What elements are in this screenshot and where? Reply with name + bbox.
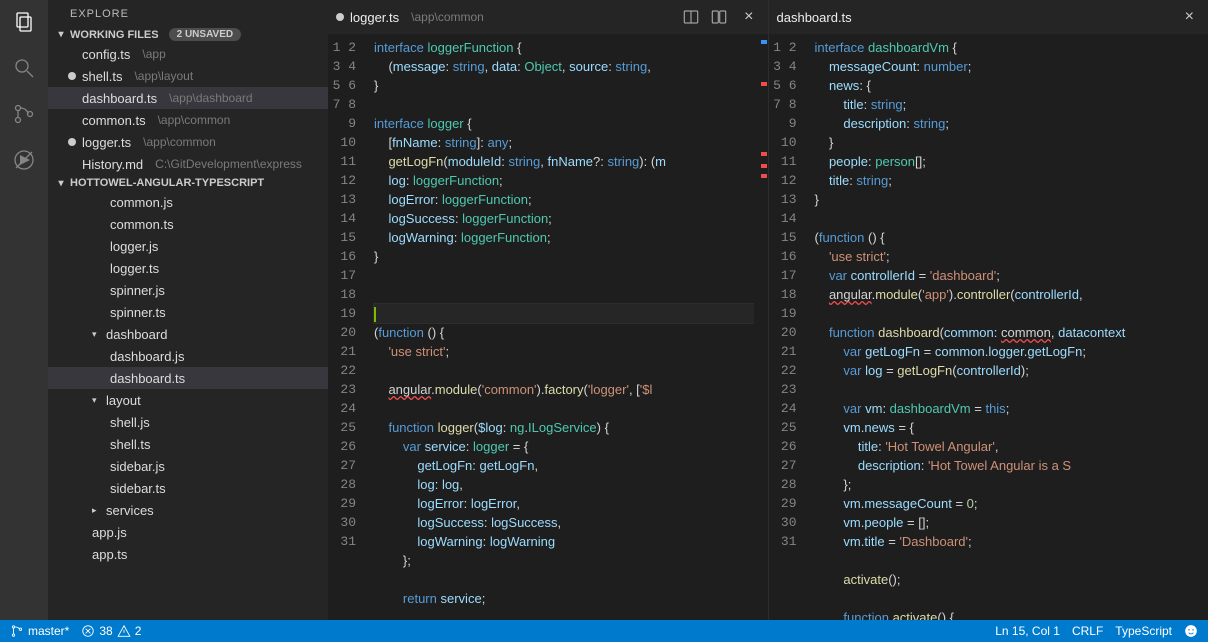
- tree-item-label: sidebar.js: [110, 459, 165, 474]
- tree-item-label: common.js: [110, 195, 173, 210]
- tree-file[interactable]: logger.js: [48, 235, 328, 257]
- tab-filename: dashboard.ts: [777, 10, 852, 25]
- file-path: C:\GitDevelopment\express: [155, 157, 302, 171]
- tree-file[interactable]: common.ts: [48, 213, 328, 235]
- file-path: \app\common: [158, 113, 231, 127]
- working-file-item[interactable]: History.md C:\GitDevelopment\express: [48, 153, 328, 175]
- tree-item-label: sidebar.ts: [110, 481, 166, 496]
- toggle-layout-icon[interactable]: [710, 8, 728, 26]
- close-editor-icon[interactable]: ×: [738, 8, 759, 26]
- code-editor-right[interactable]: 1 2 3 4 5 6 7 8 9 10 11 12 13 14 15 16 1…: [769, 34, 1208, 620]
- tree-item-label: app.js: [92, 525, 127, 540]
- search-icon[interactable]: [10, 54, 38, 82]
- chevron-down-icon: ▾: [56, 29, 66, 40]
- tree-file[interactable]: app.js: [48, 521, 328, 543]
- tree-folder[interactable]: ▸ services: [48, 499, 328, 521]
- file-path: \app\layout: [134, 69, 193, 83]
- tree-folder[interactable]: ▾ dashboard: [48, 323, 328, 345]
- tree-item-label: shell.ts: [110, 437, 150, 452]
- working-files-header[interactable]: ▾ WORKING FILES 2 UNSAVED: [48, 26, 328, 43]
- tree-folder[interactable]: ▾ layout: [48, 389, 328, 411]
- file-name: shell.ts: [82, 69, 122, 84]
- language-status[interactable]: TypeScript: [1115, 624, 1172, 638]
- activity-bar: [0, 0, 48, 620]
- file-path: \app\dashboard: [169, 91, 252, 105]
- overview-ruler[interactable]: [754, 34, 768, 620]
- working-file-item[interactable]: shell.ts \app\layout: [48, 65, 328, 87]
- tree-file[interactable]: app.ts: [48, 543, 328, 565]
- tree-item-label: dashboard.js: [110, 349, 184, 364]
- unsaved-badge: 2 UNSAVED: [169, 28, 242, 41]
- feedback-icon[interactable]: [1184, 624, 1198, 638]
- tree-item-label: spinner.js: [110, 283, 165, 298]
- tree-file[interactable]: sidebar.js: [48, 455, 328, 477]
- file-name: config.ts: [82, 47, 130, 62]
- editor-tab-right[interactable]: dashboard.ts ×: [769, 0, 1208, 34]
- tree-file[interactable]: spinner.js: [48, 279, 328, 301]
- file-name: common.ts: [82, 113, 146, 128]
- tree-item-label: layout: [106, 393, 141, 408]
- project-header[interactable]: ▾ HOTTOWEL-ANGULAR-TYPESCRIPT: [48, 175, 328, 191]
- file-path: \app\common: [143, 135, 216, 149]
- working-file-item[interactable]: logger.ts \app\common: [48, 131, 328, 153]
- tree-item-label: spinner.ts: [110, 305, 166, 320]
- file-name: logger.ts: [82, 135, 131, 150]
- code-content[interactable]: interface dashboardVm { messageCount: nu…: [809, 34, 1208, 620]
- working-file-item[interactable]: dashboard.ts \app\dashboard: [48, 87, 328, 109]
- editor-pane-left: logger.ts \app\common × 1 2 3 4 5 6 7 8 …: [328, 0, 769, 620]
- editor-group: logger.ts \app\common × 1 2 3 4 5 6 7 8 …: [328, 0, 1208, 620]
- chevron-down-icon: ▾: [56, 178, 66, 189]
- chevron-down-icon: ▾: [92, 329, 102, 340]
- explorer-icon[interactable]: [10, 8, 38, 36]
- tree-item-label: logger.js: [110, 239, 158, 254]
- status-bar: master* 38 2 Ln 15, Col 1 CRLF TypeScrip…: [0, 620, 1208, 642]
- tree-item-label: logger.ts: [110, 261, 159, 276]
- tree-item-label: dashboard.ts: [110, 371, 185, 386]
- tree-item-label: dashboard: [106, 327, 167, 342]
- cursor-position-status[interactable]: Ln 15, Col 1: [995, 624, 1060, 638]
- file-name: dashboard.ts: [82, 91, 157, 106]
- tree-file[interactable]: shell.js: [48, 411, 328, 433]
- editor-tab-left[interactable]: logger.ts \app\common ×: [328, 0, 768, 34]
- tree-file[interactable]: shell.ts: [48, 433, 328, 455]
- editor-pane-right: dashboard.ts × 1 2 3 4 5 6 7 8 9 10 11 1…: [769, 0, 1208, 620]
- tree-file[interactable]: spinner.ts: [48, 301, 328, 323]
- chevron-down-icon: ▾: [92, 395, 102, 406]
- working-file-item[interactable]: config.ts \app: [48, 43, 328, 65]
- close-editor-icon[interactable]: ×: [1179, 8, 1200, 26]
- working-files-list: config.ts \app shell.ts \app\layout dash…: [48, 43, 328, 175]
- sidebar-title: EXPLORE: [48, 0, 328, 26]
- debug-icon[interactable]: [10, 146, 38, 174]
- line-numbers: 1 2 3 4 5 6 7 8 9 10 11 12 13 14 15 16 1…: [328, 34, 368, 620]
- tree-item-label: shell.js: [110, 415, 150, 430]
- tree-file[interactable]: logger.ts: [48, 257, 328, 279]
- git-icon[interactable]: [10, 100, 38, 128]
- tree-item-label: app.ts: [92, 547, 127, 562]
- code-editor-left[interactable]: 1 2 3 4 5 6 7 8 9 10 11 12 13 14 15 16 1…: [328, 34, 768, 620]
- file-path: \app: [142, 47, 165, 61]
- dirty-dot-icon: [336, 13, 344, 21]
- tree-item-label: services: [106, 503, 154, 518]
- split-editor-icon[interactable]: [682, 8, 700, 26]
- tab-filepath: \app\common: [411, 10, 484, 24]
- git-branch-status[interactable]: master*: [10, 624, 69, 638]
- project-tree: common.js common.ts logger.js logger.ts spin…: [48, 191, 328, 565]
- explorer-sidebar: EXPLORE ▾ WORKING FILES 2 UNSAVED config…: [48, 0, 328, 620]
- working-file-item[interactable]: common.ts \app\common: [48, 109, 328, 131]
- dirty-dot-icon: [68, 72, 76, 80]
- tree-file[interactable]: sidebar.ts: [48, 477, 328, 499]
- file-name: History.md: [82, 157, 143, 172]
- problems-status[interactable]: 38 2: [81, 624, 141, 638]
- tab-filename: logger.ts: [350, 10, 399, 25]
- chevron-right-icon: ▸: [92, 505, 102, 516]
- tree-item-label: common.ts: [110, 217, 174, 232]
- tree-file[interactable]: dashboard.js: [48, 345, 328, 367]
- tree-file[interactable]: dashboard.ts: [48, 367, 328, 389]
- dirty-dot-icon: [68, 138, 76, 146]
- tree-file[interactable]: common.js: [48, 191, 328, 213]
- code-content[interactable]: interface loggerFunction { (message: str…: [368, 34, 754, 620]
- eol-status[interactable]: CRLF: [1072, 624, 1103, 638]
- line-numbers: 1 2 3 4 5 6 7 8 9 10 11 12 13 14 15 16 1…: [769, 34, 809, 620]
